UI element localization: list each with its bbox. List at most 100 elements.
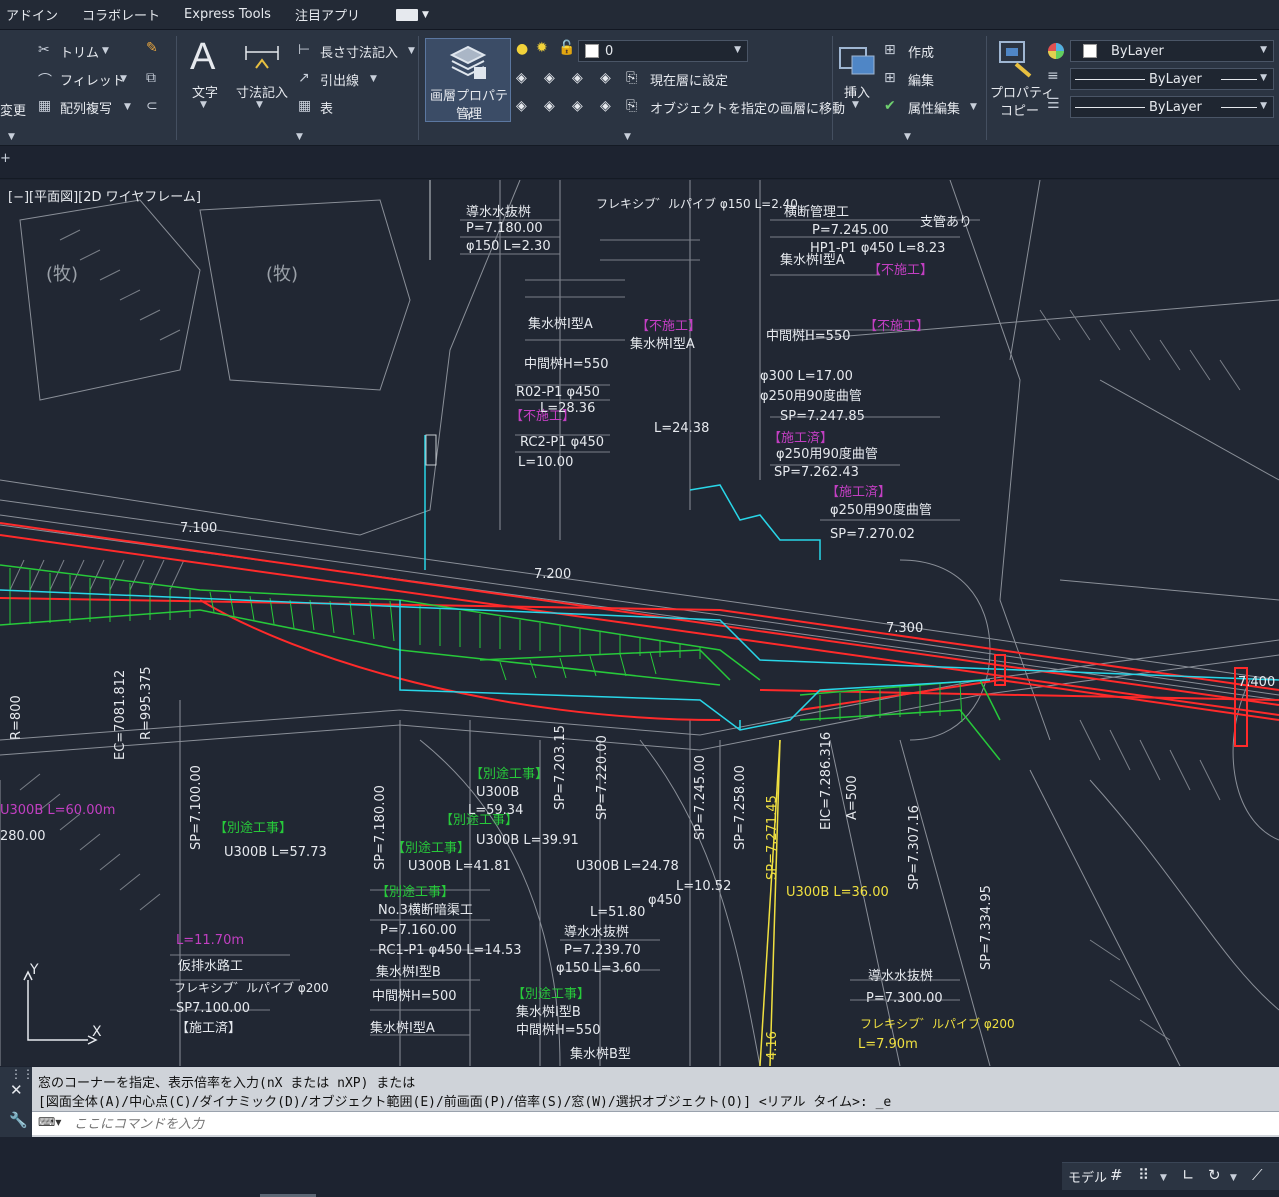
chevron-down-icon[interactable]: ▼ bbox=[1230, 1173, 1237, 1183]
linetype-dropdown[interactable]: ByLayer ▼ bbox=[1070, 68, 1274, 90]
chevron-down-icon[interactable]: ▼ bbox=[8, 132, 15, 142]
chevron-down-icon[interactable]: ▼ bbox=[1260, 73, 1267, 83]
status-tag: 【別途工事】 bbox=[470, 766, 548, 782]
create-block-icon: ⊞ bbox=[884, 42, 896, 58]
drawing-canvas[interactable]: 7.100 7.200 7.300 7.400 導水水抜桝 P=7.180.00… bbox=[0, 180, 1279, 1066]
new-tab-icon[interactable]: + bbox=[0, 151, 11, 166]
insert-block-icon[interactable] bbox=[838, 42, 876, 78]
drawing-text: P=7.245.00 bbox=[812, 223, 889, 238]
command-input[interactable] bbox=[74, 1115, 1264, 1133]
dimension-button[interactable]: 寸法記入 bbox=[236, 82, 288, 101]
chevron-down-icon[interactable]: ▼ bbox=[124, 102, 131, 112]
chevron-down-icon[interactable]: ▼ bbox=[120, 74, 127, 84]
layer-unisolate-icon[interactable]: ◈ bbox=[544, 98, 555, 114]
change-label[interactable]: 変更 bbox=[0, 100, 26, 119]
edit-block-button[interactable]: 編集 bbox=[908, 70, 934, 89]
polar-icon[interactable]: ↻ bbox=[1208, 1166, 1221, 1184]
layer-unlock-icon[interactable]: ◈ bbox=[600, 98, 611, 114]
attribute-edit-button[interactable]: 属性編集 bbox=[908, 98, 960, 117]
chevron-down-icon[interactable]: ▼ bbox=[904, 132, 911, 142]
layer-isolate-icon[interactable]: ◈ bbox=[544, 70, 555, 86]
linetype-icon[interactable]: ≡ bbox=[1047, 68, 1059, 84]
explode-icon[interactable]: ⧉ bbox=[146, 70, 156, 86]
chevron-down-icon[interactable]: ▼ bbox=[200, 100, 207, 110]
drawing-text: 支管あり bbox=[920, 215, 972, 230]
menu-collaborate[interactable]: コラボレート bbox=[82, 5, 160, 24]
text-button[interactable]: 文字 bbox=[192, 82, 218, 101]
layer-off-icon[interactable]: ◈ bbox=[516, 70, 527, 86]
color-dropdown[interactable]: ByLayer ▼ bbox=[1070, 40, 1274, 62]
drawing-svg[interactable]: 7.100 7.200 7.300 7.400 導水水抜桝 P=7.180.00… bbox=[0, 180, 1279, 1066]
drawing-text: RC1-P1 φ450 L=14.53 bbox=[378, 943, 522, 958]
chevron-down-icon[interactable]: ▼ bbox=[970, 102, 977, 112]
command-prompt-icon[interactable]: ⌨▾ bbox=[38, 1115, 61, 1129]
drawing-text: (牧) bbox=[46, 264, 78, 285]
erase-icon[interactable]: ✎ bbox=[146, 40, 158, 56]
chevron-down-icon[interactable]: ▼ bbox=[734, 45, 741, 55]
lightbulb-icon[interactable]: ● bbox=[516, 41, 528, 57]
layer-stack-icon bbox=[449, 45, 487, 79]
snap-icon[interactable]: ⠿ bbox=[1138, 1166, 1149, 1184]
text-icon[interactable]: A bbox=[190, 36, 215, 79]
drawing-text: 【施工済】 bbox=[176, 1020, 241, 1036]
chevron-down-icon[interactable]: ▼ bbox=[370, 74, 377, 84]
layer-manager-label-2: 管理 bbox=[455, 107, 482, 122]
layer-lock-icon[interactable]: ◈ bbox=[600, 70, 611, 86]
command-history-line: 窓のコーナーを指定、表示倍率を入力(nX または nXP) または bbox=[38, 1076, 416, 1091]
table-button[interactable]: 表 bbox=[320, 98, 333, 117]
dimension-icon[interactable] bbox=[244, 42, 280, 76]
drawing-text: U300B L=24.78 bbox=[576, 859, 679, 874]
match-properties-label-2[interactable]: コピー bbox=[1000, 100, 1039, 119]
leader-button[interactable]: 引出線 bbox=[320, 70, 359, 89]
close-icon[interactable]: ✕ bbox=[10, 1081, 23, 1099]
array-button[interactable]: 配列複写 bbox=[60, 98, 112, 117]
chevron-down-icon[interactable]: ▼ bbox=[408, 46, 415, 56]
sun-icon[interactable]: ✹ bbox=[536, 40, 548, 56]
chevron-down-icon[interactable]: ▼ bbox=[296, 132, 303, 142]
ribbon-toggle-icon[interactable] bbox=[395, 8, 418, 21]
create-block-button[interactable]: 作成 bbox=[908, 42, 934, 61]
offset-icon[interactable]: ⊂ bbox=[146, 98, 158, 114]
ortho-icon[interactable]: ∟ bbox=[1182, 1166, 1195, 1184]
status-tag: 【不施工】 bbox=[636, 319, 701, 334]
layer-freeze-icon[interactable]: ◈ bbox=[572, 70, 583, 86]
customize-icon[interactable]: 🔧 bbox=[9, 1111, 28, 1129]
color-wheel-icon[interactable] bbox=[1047, 42, 1065, 60]
match-layer-button[interactable]: オブジェクトを指定の画層に移動 bbox=[650, 98, 845, 117]
trim-button[interactable]: トリム bbox=[60, 42, 99, 61]
chevron-down-icon[interactable]: ▼ bbox=[1260, 101, 1267, 111]
isodraft-icon[interactable]: ⟋ bbox=[1252, 1166, 1263, 1184]
fillet-button[interactable]: フィレット bbox=[60, 70, 125, 89]
chevron-down-icon[interactable]: ▼ bbox=[852, 100, 859, 110]
chevron-down-icon[interactable]: ▼ bbox=[624, 132, 631, 142]
drawing-text: 中間桝H=500 bbox=[372, 988, 456, 1004]
chevron-down-icon[interactable]: ▼ bbox=[422, 10, 429, 20]
chevron-down-icon[interactable]: ▼ bbox=[102, 46, 109, 56]
chevron-down-icon[interactable]: ▼ bbox=[1260, 45, 1267, 55]
model-space-button[interactable]: モデル bbox=[1068, 1167, 1107, 1186]
drag-handle-icon[interactable]: ⋮⋮ bbox=[10, 1067, 34, 1081]
lock-icon[interactable]: 🔓 bbox=[558, 40, 575, 56]
match-properties-icon[interactable] bbox=[998, 40, 1034, 78]
layer-thaw-icon[interactable]: ◈ bbox=[572, 98, 583, 114]
menu-addins[interactable]: アドイン bbox=[6, 5, 58, 24]
station-label: 7.400 bbox=[1238, 675, 1275, 690]
menu-express-tools[interactable]: Express Tools bbox=[184, 7, 271, 22]
lineweight-icon[interactable]: ☰ bbox=[1047, 96, 1060, 112]
match-properties-label-1[interactable]: プロパティ bbox=[990, 82, 1054, 101]
chevron-down-icon[interactable]: ▼ bbox=[256, 100, 263, 110]
linetype-sample bbox=[1075, 79, 1145, 80]
layer-on-icon[interactable]: ◈ bbox=[516, 98, 527, 114]
lineweight-dropdown[interactable]: ByLayer ▼ bbox=[1070, 96, 1274, 118]
drawing-text: 導水水抜桝 bbox=[466, 204, 531, 220]
layer-properties-button[interactable]: 画層プロパティ 管理 bbox=[425, 38, 511, 123]
grid-icon[interactable]: # bbox=[1110, 1166, 1123, 1184]
menu-featured-apps[interactable]: 注目アプリ bbox=[295, 5, 360, 24]
chevron-down-icon[interactable]: ▼ bbox=[1160, 1173, 1167, 1183]
viewport-controls[interactable]: [−][平面図][2D ワイヤフレーム] bbox=[8, 186, 201, 205]
set-current-button[interactable]: 現在層に設定 bbox=[650, 70, 728, 89]
layer-dropdown[interactable]: 0 ▼ bbox=[578, 40, 748, 62]
linear-dim-button[interactable]: 長さ寸法記入 bbox=[320, 42, 398, 61]
insert-button[interactable]: 挿入 bbox=[844, 82, 870, 101]
drawing-text: R=995.375 bbox=[139, 666, 154, 740]
